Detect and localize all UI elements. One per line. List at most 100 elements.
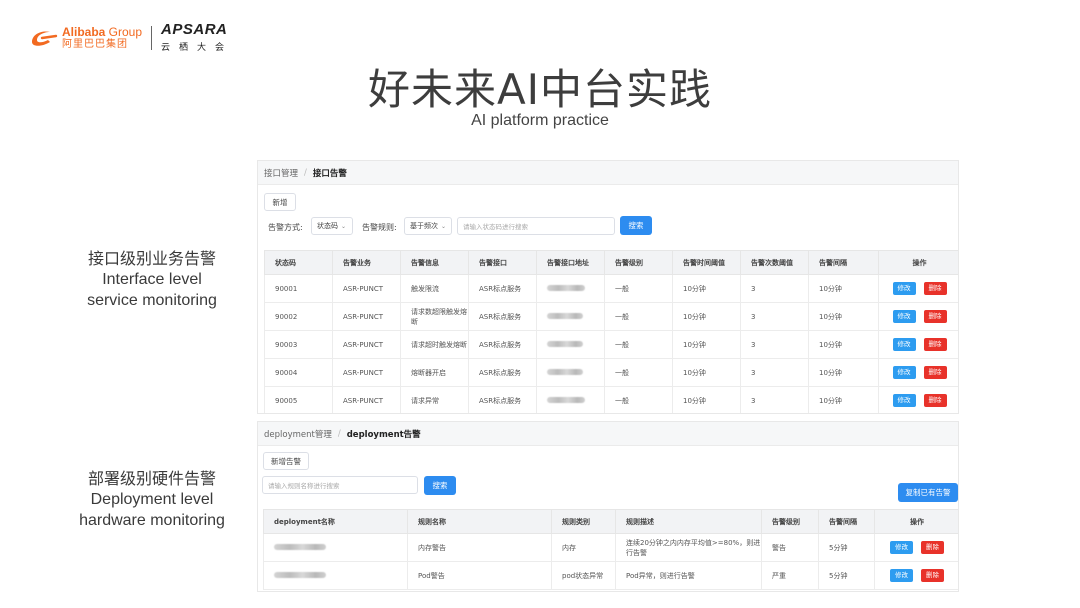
cell-deployment-redacted bbox=[263, 533, 408, 562]
cell-description: 连续20分钟之内内存平均值>=80%，则进行告警 bbox=[615, 533, 762, 562]
breadcrumb-item-deployment-management[interactable]: deployment管理 bbox=[264, 428, 332, 440]
cell-info: 请求异常 bbox=[400, 386, 469, 413]
alert-type-select[interactable]: 状态码 ⌄ bbox=[311, 217, 353, 235]
cell-actions: 修改 删除 bbox=[878, 386, 958, 413]
cell-time-threshold: 10分钟 bbox=[672, 302, 741, 331]
column-header: 告警信息 bbox=[400, 250, 469, 275]
cell-info: 请求超时触发熔断 bbox=[400, 330, 469, 359]
alibaba-group: Group bbox=[105, 24, 143, 39]
edit-button[interactable]: 修改 bbox=[892, 366, 916, 379]
column-header: deployment名称 bbox=[263, 509, 408, 534]
redacted-text bbox=[547, 312, 583, 319]
cell-biz: ASR-PUNCT bbox=[332, 358, 401, 387]
apsara-logo: APSARA 云栖大会 bbox=[161, 22, 233, 53]
column-header: 告警业务 bbox=[332, 250, 401, 275]
column-header: 操作 bbox=[878, 250, 958, 275]
cell-time-threshold: 10分钟 bbox=[672, 358, 741, 387]
cell-code: 90004 bbox=[264, 358, 333, 387]
cell-category: pod状态异常 bbox=[551, 561, 616, 590]
cell-rule: Pod警告 bbox=[407, 561, 552, 590]
status-code-search-input[interactable]: 请输入状态码进行搜索 bbox=[457, 217, 615, 235]
redacted-text bbox=[274, 571, 326, 578]
column-header: 规则描述 bbox=[615, 509, 762, 534]
column-header: 规则类别 bbox=[551, 509, 616, 534]
cell-address-redacted bbox=[536, 274, 605, 303]
cell-level: 一般 bbox=[604, 274, 673, 303]
cell-count-threshold: 3 bbox=[740, 274, 809, 303]
caption-deployment-en1: Deployment level bbox=[90, 491, 214, 508]
cell-biz: ASR-PUNCT bbox=[332, 302, 401, 331]
add-alert-button[interactable]: 新增 bbox=[264, 193, 296, 211]
edit-button[interactable]: 修改 bbox=[892, 310, 916, 323]
cell-category: 内存 bbox=[551, 533, 616, 562]
cell-info: 请求数超限触发熔断 bbox=[400, 302, 469, 331]
caption-interface-en1: Interface level bbox=[102, 271, 202, 288]
alert-rule-select[interactable]: 基于频次 ⌄ bbox=[404, 217, 452, 235]
header-logos: Alibaba Group 阿里巴巴集团 APSARA 云栖大会 bbox=[28, 22, 233, 53]
table-header-row: 状态码 告警业务 告警信息 告警接口 告警接口地址 告警级别 告警时间阈值 告警… bbox=[264, 250, 958, 275]
cell-actions: 修改 删除 bbox=[874, 533, 958, 562]
delete-button[interactable]: 删除 bbox=[923, 366, 947, 379]
cell-code: 90002 bbox=[264, 302, 333, 331]
delete-button[interactable]: 删除 bbox=[923, 282, 947, 295]
cell-level: 严重 bbox=[761, 561, 819, 590]
cell-address-redacted bbox=[536, 386, 605, 413]
breadcrumb-item-api-alert: 接口告警 bbox=[312, 168, 347, 179]
cell-actions: 修改 删除 bbox=[878, 330, 958, 359]
column-header: 告警时间阈值 bbox=[672, 250, 741, 275]
alert-type-value: 状态码 bbox=[317, 222, 338, 230]
alert-rule-label: 告警规则: bbox=[362, 223, 397, 232]
table-row: 内存警告 内存 连续20分钟之内内存平均值>=80%，则进行告警 警告 5分钟 … bbox=[263, 533, 958, 562]
redacted-text bbox=[547, 340, 583, 347]
cell-interval: 10分钟 bbox=[808, 274, 879, 303]
deployment-alert-table: deployment名称 规则名称 规则类别 规则描述 告警级别 告警间隔 操作… bbox=[263, 509, 958, 590]
cell-api: ASR标点服务 bbox=[468, 274, 537, 303]
cell-level: 一般 bbox=[604, 358, 673, 387]
cell-description: Pod异常，则进行告警 bbox=[615, 561, 762, 590]
edit-button[interactable]: 修改 bbox=[890, 569, 913, 582]
redacted-text bbox=[547, 284, 585, 291]
interface-alert-table: 状态码 告警业务 告警信息 告警接口 告警接口地址 告警级别 告警时间阈值 告警… bbox=[264, 250, 958, 413]
table-row: 90005 ASR-PUNCT 请求异常 ASR标点服务 一般 10分钟 3 1… bbox=[264, 386, 958, 413]
cell-count-threshold: 3 bbox=[740, 358, 809, 387]
apsara-wordmark: APSARA bbox=[161, 21, 228, 38]
chevron-down-icon: ⌄ bbox=[441, 222, 447, 230]
add-alert-button[interactable]: 新增告警 bbox=[263, 452, 309, 470]
column-header: 告警接口地址 bbox=[536, 250, 605, 275]
delete-button[interactable]: 删除 bbox=[921, 541, 944, 554]
search-button[interactable]: 搜索 bbox=[424, 476, 456, 495]
alert-rule-value: 基于频次 bbox=[410, 222, 438, 230]
cell-actions: 修改 删除 bbox=[878, 274, 958, 303]
cell-rule: 内存警告 bbox=[407, 533, 552, 562]
edit-button[interactable]: 修改 bbox=[892, 394, 916, 407]
breadcrumb-item-api-management[interactable]: 接口管理 bbox=[264, 167, 298, 179]
apsara-cn-name: 云栖大会 bbox=[161, 43, 234, 53]
cell-api: ASR标点服务 bbox=[468, 302, 537, 331]
cell-deployment-redacted bbox=[263, 561, 408, 590]
cell-code: 90005 bbox=[264, 386, 333, 413]
cell-count-threshold: 3 bbox=[740, 330, 809, 359]
cell-actions: 修改 删除 bbox=[878, 358, 958, 387]
alibaba-logo-icon bbox=[28, 27, 58, 49]
cell-time-threshold: 10分钟 bbox=[672, 330, 741, 359]
delete-button[interactable]: 删除 bbox=[923, 394, 947, 407]
column-header: 告警接口 bbox=[468, 250, 537, 275]
table-row: 90001 ASR-PUNCT 触发限流 ASR标点服务 一般 10分钟 3 1… bbox=[264, 274, 958, 303]
alibaba-wordmark: Alibaba Group 阿里巴巴集团 bbox=[62, 26, 142, 50]
delete-button[interactable]: 删除 bbox=[921, 569, 944, 582]
edit-button[interactable]: 修改 bbox=[890, 541, 913, 554]
search-button[interactable]: 搜索 bbox=[620, 216, 652, 235]
copy-existing-alert-button[interactable]: 复制已有告警 bbox=[898, 483, 958, 502]
breadcrumb-item-deployment-alert: deployment告警 bbox=[346, 429, 421, 440]
delete-button[interactable]: 删除 bbox=[923, 310, 947, 323]
caption-interface: 接口级别业务告警 Interface level service monitor… bbox=[62, 248, 242, 311]
cell-level: 一般 bbox=[604, 330, 673, 359]
cell-interval: 10分钟 bbox=[808, 302, 879, 331]
column-header: 操作 bbox=[874, 509, 958, 534]
delete-button[interactable]: 删除 bbox=[923, 338, 947, 351]
rule-name-search-input[interactable]: 请输入规则名称进行搜索 bbox=[262, 476, 418, 494]
edit-button[interactable]: 修改 bbox=[892, 338, 916, 351]
cell-interval: 10分钟 bbox=[808, 358, 879, 387]
caption-deployment-cn: 部署级别硬件告警 bbox=[87, 469, 216, 488]
edit-button[interactable]: 修改 bbox=[892, 282, 916, 295]
